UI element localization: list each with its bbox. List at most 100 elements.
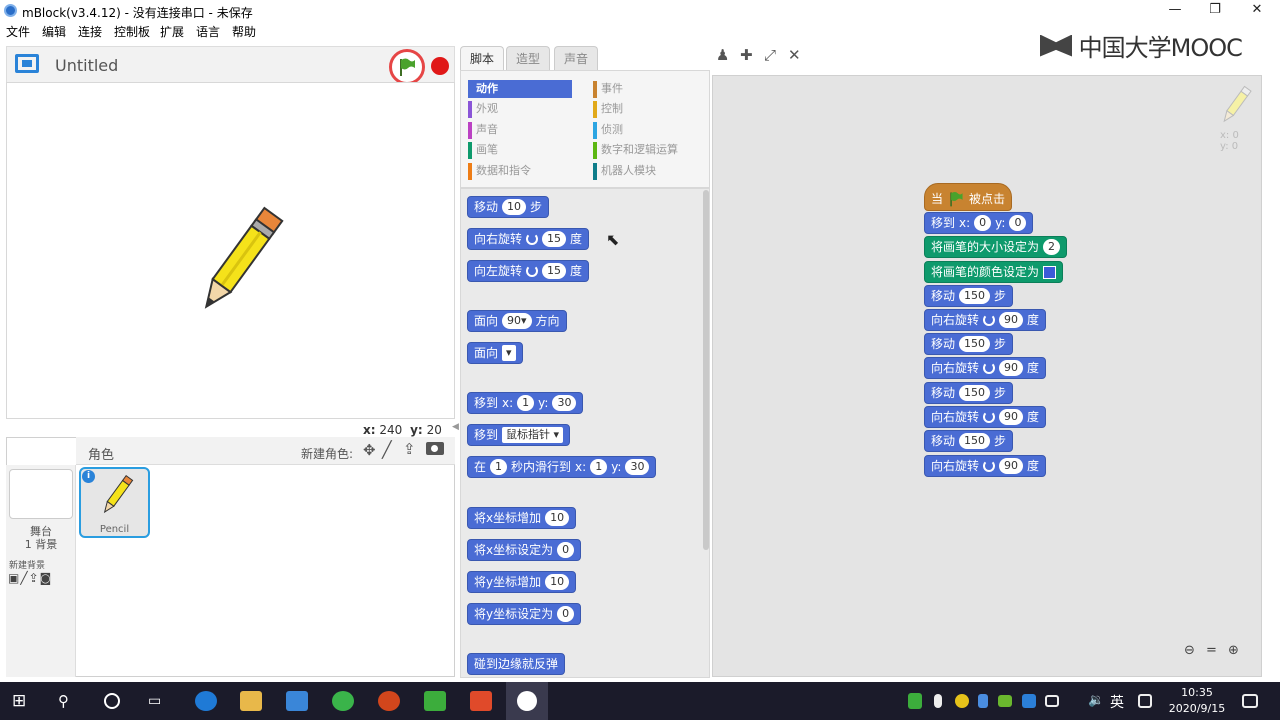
block-turn-right[interactable]: 向右旋转 90 度 [924,455,1047,477]
menu-boards[interactable]: 控制板 [114,23,150,40]
paint-new-sprite-icon[interactable]: ✥ [363,441,376,459]
category-events[interactable]: 事件 [593,80,623,98]
block-set-x[interactable]: 将x坐标设定为 0 [467,539,582,561]
target-dropdown[interactable]: 鼠标指针 ▾ [502,427,564,443]
number-input[interactable]: 15 [542,231,567,247]
minimize-button[interactable]: — [1155,0,1195,22]
block-point-towards[interactable]: 面向 ▾ [467,342,523,364]
number-input[interactable]: 1 [590,459,608,475]
block-set-pen-color[interactable]: 将画笔的颜色设定为 [924,261,1064,283]
input-language[interactable]: 英 [1110,692,1124,712]
number-input[interactable]: 90 [999,312,1024,328]
block-point-direction[interactable]: 面向 90▾ 方向 [467,310,567,332]
zoom-reset-icon[interactable]: = [1206,643,1217,658]
volume-icon[interactable]: 🔉 [1088,691,1110,711]
shrink-icon[interactable]: ✕ [788,46,801,64]
number-input[interactable]: 0 [1009,215,1027,231]
number-input[interactable]: 90 [999,360,1024,376]
camera-sprite-icon[interactable] [426,442,444,455]
browser-icon[interactable] [332,691,354,711]
block-bounce[interactable]: 碰到边缘就反弹 [467,653,566,675]
bluetooth-icon[interactable] [978,694,988,708]
number-input[interactable]: 10 [545,574,570,590]
menu-connect[interactable]: 连接 [78,23,102,40]
pencil-sprite-icon[interactable] [179,195,299,325]
security-icon[interactable] [908,693,922,709]
block-move[interactable]: 移动 10 步 [467,196,550,218]
block-set-y[interactable]: 将y坐标设定为 0 [467,603,582,625]
block-goto-xy[interactable]: 移到 x: 1 y: 30 [467,392,584,414]
stop-button[interactable] [431,57,449,75]
collapse-arrow-icon[interactable]: ◀ [452,422,459,432]
fullscreen-icon[interactable] [15,54,39,73]
number-input[interactable]: 0 [557,542,575,558]
start-icon[interactable]: ⊞ [12,691,34,711]
grow-icon[interactable]: ⤢ [764,46,776,64]
restore-button[interactable]: ❐ [1195,0,1235,22]
block-change-y[interactable]: 将y坐标增加 10 [467,571,577,593]
category-operators[interactable]: 数字和逻辑运算 [593,141,678,159]
search-icon[interactable]: ⚲ [58,691,80,711]
direction-dropdown[interactable]: 90▾ [502,313,532,329]
task-view-icon[interactable]: ▭ [148,691,170,711]
category-control[interactable]: 控制 [593,100,623,118]
tray-app-icon[interactable] [955,694,969,708]
camtasia-green-icon[interactable] [424,691,446,711]
green-flag-button[interactable] [389,49,425,85]
palette-scrollbar[interactable] [703,190,709,550]
number-input[interactable]: 150 [959,385,991,401]
close-button[interactable]: ✕ [1237,0,1277,22]
duplicate-icon[interactable]: ♟ [716,46,729,64]
block-move[interactable]: 移动 150 步 [924,382,1014,404]
edge-icon[interactable] [195,691,217,711]
category-sound[interactable]: 声音 [468,121,498,139]
upload-sprite-icon[interactable]: ⇪ [403,440,416,458]
number-input[interactable]: 150 [959,288,991,304]
number-input[interactable]: 0 [557,606,575,622]
number-input[interactable]: 1 [517,395,535,411]
script-area[interactable]: 当 被点击 移到 x: 0 y: 0 将画笔的大小设定为 2 将画笔的颜色设定为 移动 15… [712,75,1262,677]
store-icon[interactable] [286,691,308,711]
nvidia-icon[interactable] [998,695,1012,707]
block-glide[interactable]: 在 1 秒内滑行到 x: 1 y: 30 [467,456,657,478]
notification-icon[interactable] [1242,694,1258,708]
powerpoint-icon[interactable] [378,691,400,711]
category-robots[interactable]: 机器人模块 [593,162,656,180]
info-icon[interactable]: i [82,470,95,483]
menu-help[interactable]: 帮助 [232,23,256,40]
tab-sounds[interactable]: 声音 [554,46,598,70]
menu-file[interactable]: 文件 [6,23,30,40]
wps-icon[interactable] [1022,694,1036,708]
block-turn-right[interactable]: 向右旋转 90 度 [924,406,1047,428]
draw-sprite-icon[interactable]: ╱ [382,440,392,459]
number-input[interactable]: 10 [545,510,570,526]
number-input[interactable]: 2 [1043,239,1061,255]
ime-icon[interactable] [1138,694,1152,708]
block-move[interactable]: 移动 150 步 [924,430,1014,452]
number-input[interactable]: 0 [974,215,992,231]
backdrop-tools-icon[interactable]: ▣╱⇪◙ [8,571,52,585]
block-move[interactable]: 移动 150 步 [924,285,1014,307]
number-input[interactable]: 30 [552,395,577,411]
zoom-in-icon[interactable]: ⊕ [1228,643,1239,658]
block-when-flag-clicked[interactable]: 当 被点击 [924,183,1013,211]
target-dropdown[interactable]: ▾ [502,345,516,361]
block-goto-xy[interactable]: 移到 x: 0 y: 0 [924,212,1034,234]
block-turn-right[interactable]: 向右旋转 90 度 [924,357,1047,379]
block-goto[interactable]: 移到 鼠标指针 ▾ [467,424,571,446]
number-input[interactable]: 1 [490,459,508,475]
network-icon[interactable] [1045,695,1059,707]
block-set-pen-size[interactable]: 将画笔的大小设定为 2 [924,236,1068,258]
category-sensing[interactable]: 侦测 [593,121,623,139]
file-explorer-icon[interactable] [240,691,262,711]
category-pen[interactable]: 画笔 [468,141,498,159]
camtasia-red-icon[interactable] [470,691,492,711]
tab-scripts[interactable]: 脚本 [460,46,504,70]
zoom-out-icon[interactable]: ⊖ [1184,643,1195,658]
stage-canvas[interactable] [6,82,455,419]
menu-language[interactable]: 语言 [196,23,220,40]
number-input[interactable]: 90 [999,409,1024,425]
number-input[interactable]: 30 [625,459,650,475]
block-change-x[interactable]: 将x坐标增加 10 [467,507,577,529]
category-data[interactable]: 数据和指令 [468,162,531,180]
